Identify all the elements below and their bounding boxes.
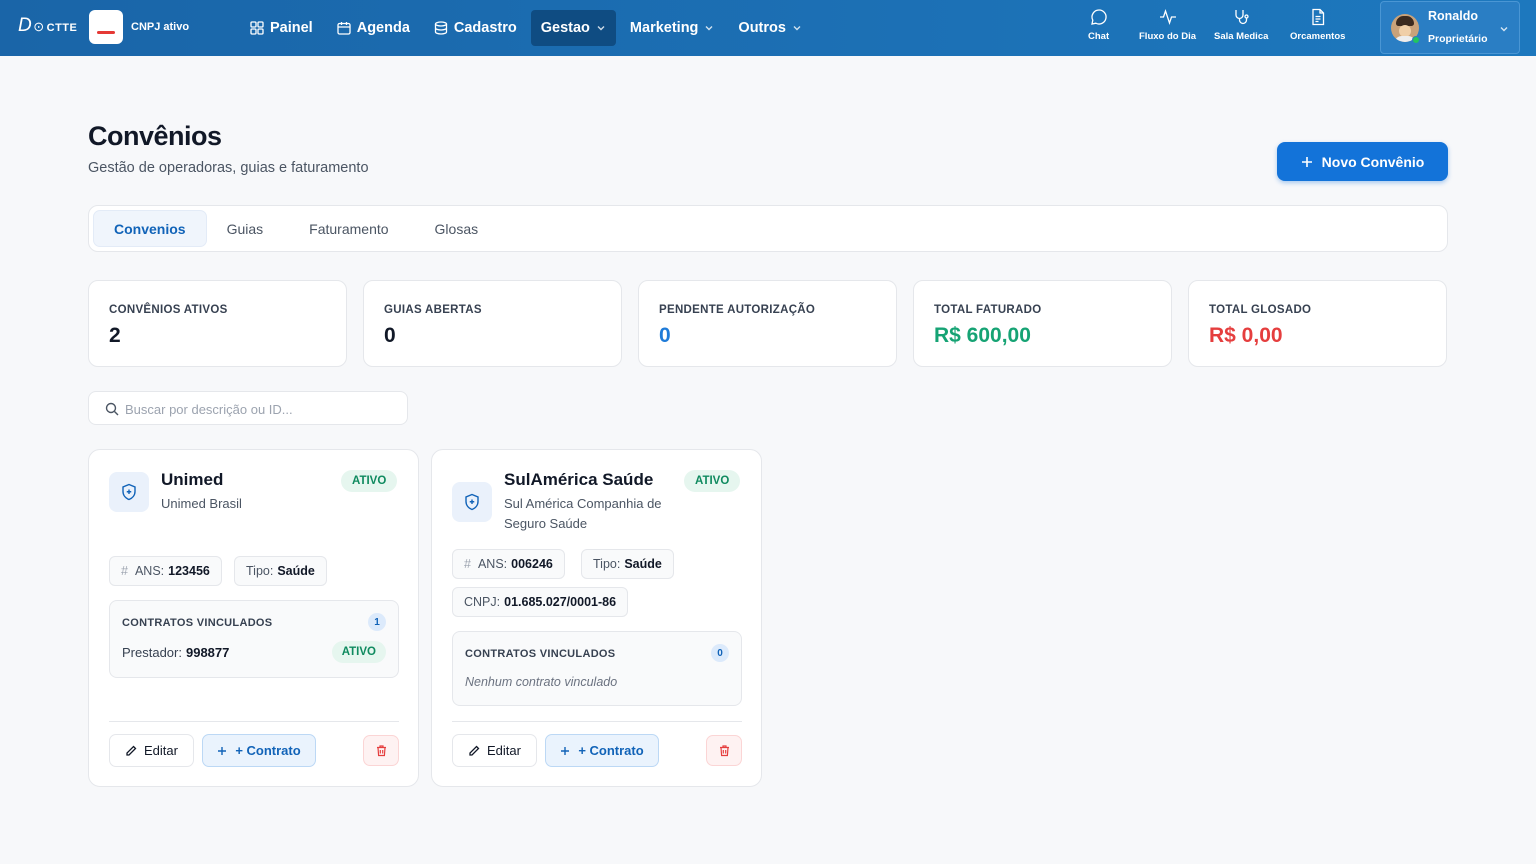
contracts-title: CONTRATOS VINCULADOS bbox=[122, 617, 273, 629]
search-input[interactable] bbox=[125, 398, 395, 420]
edit-button[interactable]: Editar bbox=[109, 734, 194, 767]
tipo-chip: Tipo: Saúde bbox=[234, 556, 327, 586]
page-subtitle: Gestão de operadoras, guias e faturament… bbox=[88, 160, 369, 176]
chevron-down-icon bbox=[597, 26, 605, 31]
stat-value: 2 bbox=[109, 324, 121, 347]
pencil-icon bbox=[126, 745, 137, 756]
tab-faturamento[interactable]: Faturamento bbox=[283, 210, 414, 247]
delete-button[interactable] bbox=[363, 735, 399, 766]
stat-value: R$ 600,00 bbox=[934, 324, 1031, 347]
contracts-title: CONTRATOS VINCULADOS bbox=[465, 648, 616, 660]
contract-status-badge: ATIVO bbox=[331, 641, 386, 663]
menu-outros[interactable]: Outros bbox=[728, 10, 812, 46]
stat-label: CONVÊNIOS ATIVOS bbox=[109, 304, 228, 316]
delete-button[interactable] bbox=[706, 735, 742, 766]
menu-agenda[interactable]: Agenda bbox=[327, 10, 420, 46]
status-badge: ATIVO bbox=[341, 470, 398, 492]
quick-sala-medica[interactable]: Sala Medica bbox=[1214, 8, 1268, 42]
contract-row[interactable]: Prestador: 998877 bbox=[122, 645, 229, 660]
stat-card: GUIAS ABERTAS 0 bbox=[363, 280, 622, 367]
trash-icon bbox=[376, 745, 386, 757]
chevron-down-icon bbox=[793, 26, 801, 31]
user-role: Proprietário bbox=[1428, 33, 1488, 45]
pencil-icon bbox=[469, 745, 480, 756]
quick-orcamentos[interactable]: Orcamentos bbox=[1290, 8, 1345, 42]
add-contract-button[interactable]: + Contrato bbox=[545, 734, 659, 767]
menu-cadastro[interactable]: Cadastro bbox=[424, 10, 527, 46]
tab-glosas[interactable]: Glosas bbox=[415, 210, 499, 247]
stat-card: TOTAL GLOSADO R$ 0,00 bbox=[1188, 280, 1447, 367]
chevron-down-icon bbox=[1500, 27, 1508, 32]
convenio-full-name: Sul América Companhia de Seguro Saúde bbox=[504, 496, 662, 531]
search-icon bbox=[105, 402, 119, 416]
card-divider bbox=[452, 721, 742, 722]
cnpj-chip: CNPJ: 01.685.027/0001-86 bbox=[452, 587, 629, 617]
convenio-card: Unimed Unimed Brasil ATIVO # ANS: 123456… bbox=[88, 449, 419, 787]
ans-chip: # ANS: 123456 bbox=[109, 556, 222, 586]
add-contract-button[interactable]: + Contrato bbox=[202, 734, 316, 767]
trash-icon bbox=[719, 745, 729, 757]
stat-card: PENDENTE AUTORIZAÇÃO 0 bbox=[638, 280, 897, 367]
shield-icon bbox=[109, 472, 149, 512]
stat-label: PENDENTE AUTORIZAÇÃO bbox=[659, 304, 816, 316]
stat-value: 0 bbox=[659, 324, 671, 347]
online-status-dot bbox=[1412, 36, 1420, 44]
stat-value: 0 bbox=[384, 324, 396, 347]
hash-icon: # bbox=[121, 564, 128, 578]
status-badge: ATIVO bbox=[684, 470, 741, 492]
contracts-panel: CONTRATOS VINCULADOS 1 Prestador: 998877 … bbox=[109, 600, 399, 678]
menu-painel[interactable]: Painel bbox=[240, 10, 323, 46]
stat-value: R$ 0,00 bbox=[1209, 324, 1283, 347]
database-icon bbox=[434, 21, 448, 35]
convenio-card: SulAmérica Saúde Sul América Companhia d… bbox=[431, 449, 762, 787]
stat-card: TOTAL FATURADO R$ 600,00 bbox=[913, 280, 1172, 367]
user-menu[interactable]: Ronaldo Proprietário bbox=[1380, 1, 1520, 54]
stat-label: TOTAL FATURADO bbox=[934, 304, 1042, 316]
page-title: Convênios bbox=[88, 121, 222, 151]
stat-label: GUIAS ABERTAS bbox=[384, 304, 482, 316]
tab-convenios[interactable]: Convenios bbox=[93, 210, 207, 247]
menu-marketing[interactable]: Marketing bbox=[620, 10, 725, 46]
card-divider bbox=[109, 721, 399, 722]
document-icon bbox=[1312, 8, 1324, 26]
contracts-panel: CONTRATOS VINCULADOS 0 Nenhum contrato v… bbox=[452, 631, 742, 706]
stat-label: TOTAL GLOSADO bbox=[1209, 304, 1312, 316]
grid-icon bbox=[250, 21, 264, 35]
tipo-chip: Tipo: Saúde bbox=[581, 549, 674, 579]
menu-gestao[interactable]: Gestao bbox=[530, 10, 616, 46]
chevron-down-icon bbox=[705, 26, 713, 31]
company-status: CNPJ ativo bbox=[131, 21, 190, 33]
new-convenio-button[interactable]: Novo Convênio bbox=[1277, 142, 1448, 181]
contracts-count-badge: 1 bbox=[368, 613, 386, 631]
calendar-icon bbox=[337, 22, 351, 35]
contracts-count-badge: 0 bbox=[711, 644, 729, 662]
edit-button[interactable]: Editar bbox=[452, 734, 537, 767]
main-menu: Painel Agenda Cadastro Gestao Marketing … bbox=[240, 10, 812, 46]
top-navbar: D ⊙ CTTE CNPJ ativo Painel Agenda Cadastro… bbox=[0, 0, 1536, 56]
user-name: Ronaldo bbox=[1428, 9, 1478, 23]
chat-icon bbox=[1090, 9, 1107, 25]
app-logo[interactable]: D ⊙ CTTE bbox=[18, 15, 77, 37]
plus-icon bbox=[561, 746, 570, 755]
empty-contracts-message: Nenhum contrato vinculado bbox=[465, 675, 618, 689]
plus-icon bbox=[218, 746, 227, 755]
quick-chat[interactable]: Chat bbox=[1088, 8, 1109, 42]
stethoscope-icon bbox=[1235, 10, 1249, 25]
convenio-name: Unimed bbox=[161, 470, 224, 489]
quick-fluxo-do-dia[interactable]: Fluxo do Dia bbox=[1139, 8, 1196, 42]
stat-card: CONVÊNIOS ATIVOS 2 bbox=[88, 280, 347, 367]
company-logo[interactable] bbox=[89, 10, 123, 44]
tab-bar: Convenios Guias Faturamento Glosas bbox=[88, 205, 1448, 252]
plus-icon bbox=[1301, 156, 1312, 167]
convenio-full-name: Unimed Brasil bbox=[161, 496, 242, 511]
search-box bbox=[88, 391, 408, 425]
convenio-name: SulAmérica Saúde bbox=[504, 470, 654, 489]
shield-icon bbox=[452, 482, 492, 522]
activity-icon bbox=[1159, 8, 1176, 26]
tab-guias[interactable]: Guias bbox=[207, 210, 284, 247]
hash-icon: # bbox=[464, 557, 471, 571]
ans-chip: # ANS: 006246 bbox=[452, 549, 565, 579]
